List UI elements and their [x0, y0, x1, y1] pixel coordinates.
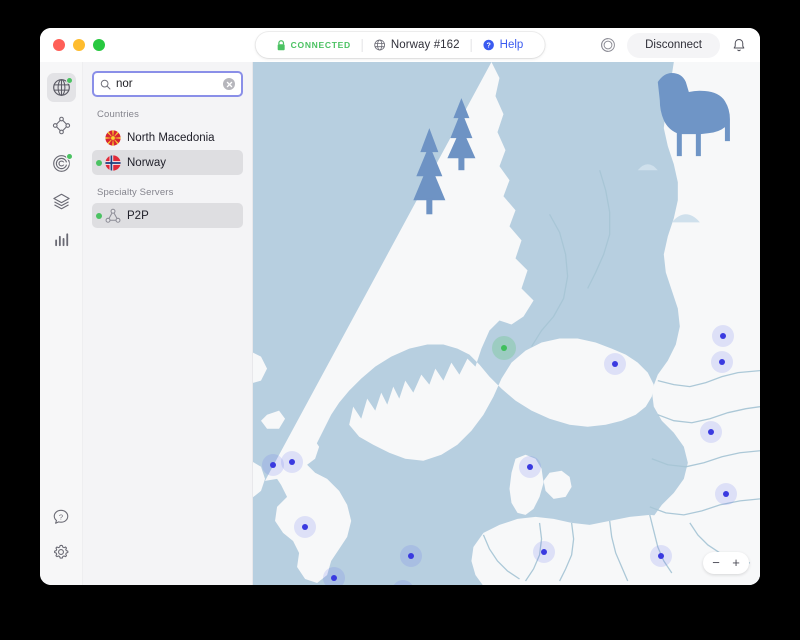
globe-icon: [374, 39, 386, 51]
help-link[interactable]: ? Help: [472, 32, 535, 58]
sidebar-item-settings[interactable]: [47, 537, 76, 566]
titlebar-actions: Disconnect: [598, 32, 749, 58]
flag-north-macedonia-icon: [105, 129, 121, 146]
map-pin-scotland-edinburgh[interactable]: [281, 451, 303, 473]
p2p-icon: [105, 208, 121, 224]
maximize-button[interactable]: [93, 39, 105, 51]
connected-dot: [96, 159, 102, 166]
layers-icon: [52, 193, 70, 210]
clear-icon[interactable]: [223, 78, 235, 90]
bell-icon[interactable]: [729, 35, 749, 55]
status-badge: [65, 153, 73, 160]
status-badge: [65, 77, 73, 84]
list-item[interactable]: P2P: [92, 203, 243, 228]
list-item-label: P2P: [127, 209, 149, 222]
search-field[interactable]: [92, 71, 243, 97]
connected-dot: [96, 212, 102, 219]
map-pin-uk-manchester[interactable]: [294, 516, 316, 538]
traffic-lights: [40, 39, 105, 51]
close-button[interactable]: [53, 39, 65, 51]
app-window: CONNECTED Norway #162 ? Help Disconnect …: [40, 28, 760, 585]
connected-label: CONNECTED: [290, 40, 351, 50]
mesh-nodes-icon: [52, 116, 70, 135]
map-pin-poland-warsaw[interactable]: [650, 545, 672, 567]
map-pin-denmark-copenhagen[interactable]: [519, 456, 541, 478]
sidebar-item-meshnet[interactable]: [47, 111, 76, 140]
map-pin-estonia-tallinn[interactable]: [711, 351, 733, 373]
connection-status: CONNECTED: [266, 32, 362, 58]
question-circle-icon: ?: [483, 39, 494, 51]
sidebar-item-file-share[interactable]: [47, 187, 76, 216]
map-pin-germany-frankfurt[interactable]: [533, 541, 555, 563]
world-map[interactable]: − +: [253, 62, 760, 585]
svg-text:?: ?: [486, 41, 490, 50]
flag-norway-icon: [105, 154, 121, 171]
map-pin-lithuania-vilnius[interactable]: [715, 483, 737, 505]
map-pin-latvia-riga[interactable]: [700, 421, 722, 443]
lock-icon: [277, 39, 285, 50]
svg-text:?: ?: [59, 512, 63, 521]
list-item-label: Norway: [127, 156, 166, 169]
sidebar-item-threat-protection[interactable]: [47, 149, 76, 178]
list-item[interactable]: Norway: [92, 150, 243, 175]
group-header-countries: Countries: [97, 109, 140, 120]
server-indicator[interactable]: Norway #162: [363, 32, 471, 58]
sidebar-item-help[interactable]: ?: [47, 502, 76, 531]
zoom-out-button[interactable]: −: [706, 552, 726, 574]
map-zoom-controls: − +: [703, 552, 749, 574]
map-pin-netherlands-amsterdam[interactable]: [400, 545, 422, 567]
minimize-button[interactable]: [73, 39, 85, 51]
zoom-in-button[interactable]: +: [726, 552, 746, 574]
server-label: Norway #162: [390, 39, 460, 51]
list-item-label: North Macedonia: [127, 131, 215, 144]
help-label: Help: [499, 39, 524, 51]
map-pin-sweden-stockholm[interactable]: [604, 353, 626, 375]
list-item[interactable]: North Macedonia: [92, 125, 243, 150]
map-graphics: [253, 62, 760, 585]
sidebar-item-vpn[interactable]: [46, 73, 76, 102]
help-bubble-icon: ?: [53, 509, 69, 524]
map-pin-uk-london[interactable]: [323, 567, 345, 585]
search-panel: Countries: [83, 62, 253, 585]
title-bar: CONNECTED Norway #162 ? Help Disconnect: [40, 28, 760, 62]
search-input[interactable]: [111, 78, 223, 90]
gear-icon: [54, 544, 69, 559]
disconnect-button[interactable]: Disconnect: [627, 32, 720, 58]
search-icon: [100, 79, 111, 89]
map-pin-norway-oslo[interactable]: [492, 336, 516, 360]
icon-rail: ?: [40, 62, 83, 585]
app-body: ? nor Countries North Macedonia Norway S…: [40, 62, 760, 585]
sidebar-item-stats[interactable]: [47, 225, 76, 254]
group-header-specialty: Specialty Servers: [97, 187, 174, 198]
meshnet-icon[interactable]: [598, 35, 618, 55]
map-pin-finland-helsinki[interactable]: [712, 325, 734, 347]
bar-chart-icon: [54, 233, 68, 247]
status-pill: CONNECTED Norway #162 ? Help: [255, 32, 545, 58]
